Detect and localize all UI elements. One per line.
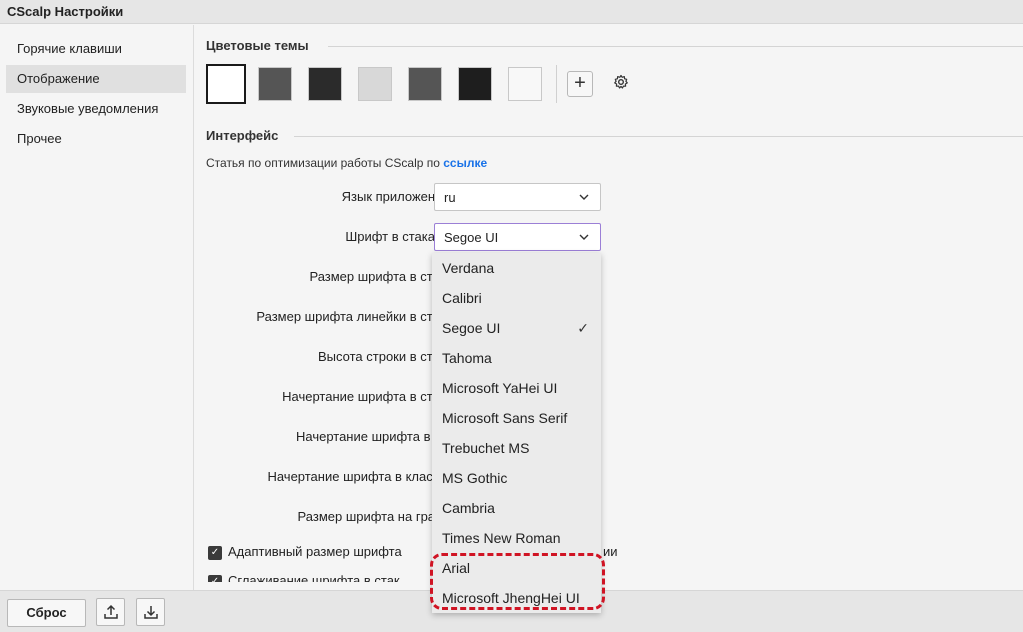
theme-swatch-6[interactable]: [458, 67, 492, 101]
theme-swatch-5[interactable]: [408, 67, 442, 101]
checkbox-label-adaptive-font: Адаптивный размер шрифта: [228, 544, 402, 559]
section-title-interface: Интерфейс: [206, 128, 279, 143]
chevron-down-icon: [578, 228, 590, 249]
font-option-tahoma[interactable]: Tahoma: [432, 343, 601, 373]
label-ruler-font-size: Размер шрифта линейки в стака: [256, 309, 453, 324]
dom-font-select[interactable]: Segoe UI: [434, 223, 601, 251]
checkmark-icon: ✓: [577, 320, 589, 336]
app-language-select[interactable]: ru: [434, 183, 601, 211]
theme-swatch-3[interactable]: [308, 67, 342, 101]
font-option-times-new-roman[interactable]: Times New Roman: [432, 523, 601, 553]
checkbox-row-adaptive-font[interactable]: ✓ Адаптивный размер шрифта: [208, 544, 402, 560]
theme-swatch-4[interactable]: [358, 67, 392, 101]
article-link[interactable]: ссылке: [443, 156, 487, 170]
label-ticks-font-style: Начертание шрифта в тик: [295, 429, 453, 444]
settings-content: Цветовые темы + Интерфейс Статья по опти…: [195, 25, 1023, 582]
title-bar: CScalp Настройки: [0, 0, 1023, 24]
article-note: Статья по оптимизации работы CScalp по с…: [206, 156, 487, 170]
theme-swatch-1[interactable]: [206, 64, 246, 104]
label-cluster-font-style: Начертание шрифта в кластер: [267, 469, 453, 484]
theme-separator: [556, 65, 557, 103]
checkbox-row-font-smoothing[interactable]: ✓ Сглаживание шрифта в стак: [208, 573, 400, 582]
gear-icon-graphic: [614, 74, 628, 89]
sidebar-item-hotkeys[interactable]: Горячие клавиши: [6, 35, 186, 63]
label-dom-font-style: Начертание шрифта в стака: [282, 389, 453, 404]
font-option-trebuchet-ms[interactable]: Trebuchet MS: [432, 433, 601, 463]
checkbox-label-font-smoothing: Сглаживание шрифта в стак: [228, 573, 400, 582]
theme-swatch-2[interactable]: [258, 67, 292, 101]
font-option-label: Segoe UI: [442, 320, 501, 336]
font-dropdown-list: Verdana Calibri Segoe UI ✓ Tahoma Micros…: [432, 253, 601, 613]
sidebar: Горячие клавиши Отображение Звуковые уве…: [0, 25, 194, 591]
font-option-segoe-ui[interactable]: Segoe UI ✓: [432, 313, 601, 343]
font-option-microsoft-yahei-ui[interactable]: Microsoft YaHei UI: [432, 373, 601, 403]
checkbox-font-smoothing[interactable]: ✓: [208, 574, 222, 582]
chevron-down-icon: [578, 188, 590, 209]
section-divider: [294, 136, 1023, 137]
theme-swatch-7[interactable]: [508, 67, 542, 101]
checkbox-label-trailing: ии: [603, 544, 618, 559]
section-divider: [328, 46, 1023, 47]
font-option-verdana[interactable]: Verdana: [432, 253, 601, 283]
reset-button[interactable]: Сброс: [7, 599, 86, 627]
font-option-ms-gothic[interactable]: MS Gothic: [432, 463, 601, 493]
font-option-arial[interactable]: Arial: [432, 553, 601, 583]
font-option-microsoft-sans-serif[interactable]: Microsoft Sans Serif: [432, 403, 601, 433]
font-option-microsoft-jhenghei-ui[interactable]: Microsoft JhengHei UI: [432, 583, 601, 613]
upload-icon[interactable]: [96, 598, 125, 626]
download-icon[interactable]: [136, 598, 165, 626]
font-option-calibri[interactable]: Calibri: [432, 283, 601, 313]
sidebar-item-sound-notifications[interactable]: Звуковые уведомления: [6, 95, 186, 123]
section-title-color-themes: Цветовые темы: [206, 38, 309, 53]
checkbox-adaptive-font[interactable]: ✓: [208, 545, 222, 560]
dom-font-value: Segoe UI: [444, 230, 499, 245]
sidebar-item-other[interactable]: Прочее: [6, 125, 186, 153]
app-language-value: ru: [444, 190, 456, 205]
sidebar-item-display[interactable]: Отображение: [6, 65, 186, 93]
window-title: CScalp Настройки: [7, 4, 124, 19]
gear-icon[interactable]: [611, 74, 631, 94]
font-option-cambria[interactable]: Cambria: [432, 493, 601, 523]
label-chart-font-size: Размер шрифта на графи: [297, 509, 453, 524]
article-text: Статья по оптимизации работы CScalp по: [206, 156, 444, 170]
add-theme-button[interactable]: +: [567, 71, 593, 97]
